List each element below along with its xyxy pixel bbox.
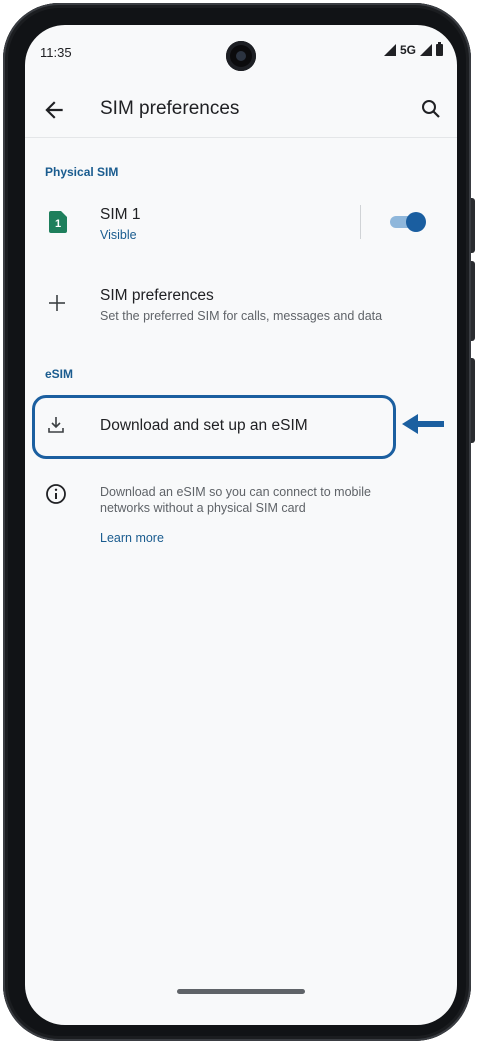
phone-frame: 11:35 5G SIM preferences Physical SIM 1 …	[3, 3, 475, 1041]
sim-card-icon: 1	[49, 211, 67, 233]
section-label-physical-sim: Physical SIM	[45, 165, 119, 179]
sim-preferences-subtitle: Set the preferred SIM for calls, message…	[100, 309, 383, 323]
section-label-esim: eSIM	[45, 367, 74, 381]
toggle-thumb	[406, 212, 426, 232]
learn-more-link[interactable]: Learn more	[100, 531, 164, 545]
status-time: 11:35	[40, 45, 72, 60]
screen: 11:35 5G SIM preferences Physical SIM 1 …	[25, 25, 457, 1025]
download-esim-label: Download and set up an eSIM	[100, 417, 308, 434]
status-bar: 11:35 5G	[25, 25, 457, 83]
sim-preferences-title: SIM preferences	[100, 287, 214, 304]
signal-icon	[383, 44, 396, 56]
row-divider	[360, 205, 361, 239]
front-camera	[226, 41, 256, 71]
sim1-subtitle: Visible	[100, 228, 137, 242]
pointer-arrow-icon	[402, 414, 444, 434]
sim1-toggle[interactable]	[390, 212, 426, 232]
app-bar: SIM preferences	[25, 83, 457, 138]
sim-badge-number: 1	[55, 218, 61, 230]
sim1-title: SIM 1	[100, 206, 141, 223]
download-icon	[48, 417, 64, 433]
signal-icon-2	[420, 44, 432, 56]
plus-icon	[49, 295, 65, 311]
power-button	[471, 358, 475, 443]
info-icon	[46, 484, 66, 504]
volume-button-lower	[471, 261, 475, 341]
network-type: 5G	[399, 43, 416, 57]
info-text-line2: networks without a physical SIM card	[100, 501, 306, 515]
info-text-line1: Download an eSIM so you can connect to m…	[100, 485, 371, 499]
volume-button	[471, 198, 475, 253]
search-icon[interactable]	[419, 97, 443, 121]
page-title: SIM preferences	[100, 98, 240, 119]
back-arrow-icon[interactable]	[41, 97, 67, 123]
gesture-nav-handle[interactable]	[177, 989, 305, 994]
status-icons: 5G	[383, 42, 443, 57]
battery-icon	[436, 42, 443, 56]
